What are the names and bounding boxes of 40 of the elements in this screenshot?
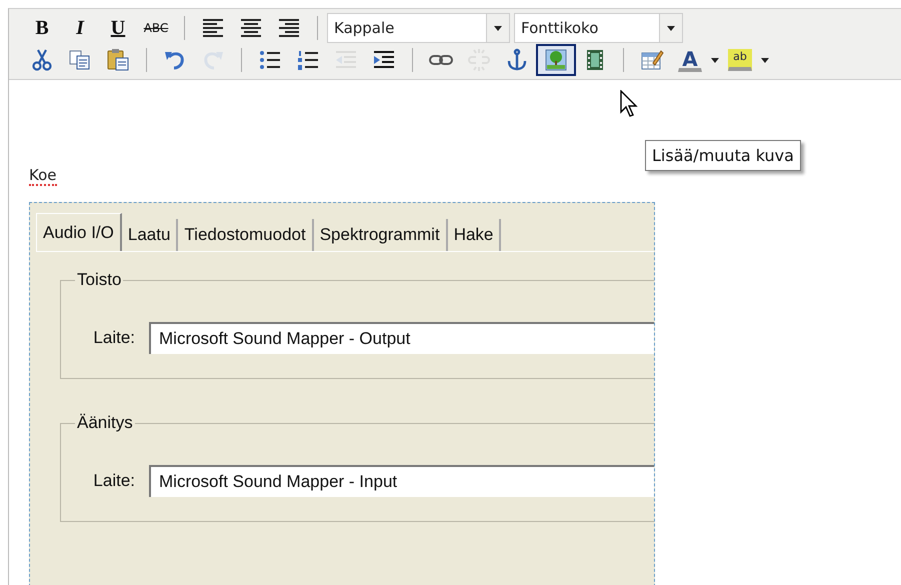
highlight-color-button[interactable]: ab [728, 49, 752, 71]
caret-icon [667, 26, 675, 30]
caret-icon [761, 58, 769, 62]
paragraph-text: Koe [29, 166, 56, 186]
image-button[interactable] [536, 44, 576, 76]
align-left-icon [201, 16, 225, 40]
group-title: Äänitys [76, 413, 134, 433]
anchor-icon [505, 48, 529, 72]
field-label: Laite: [92, 471, 135, 491]
device-field[interactable]: Microsoft Sound Mapper - Input [149, 465, 654, 497]
caret-icon [711, 58, 719, 62]
tab[interactable]: Tiedostomuodot [178, 219, 314, 251]
dropdown-field[interactable]: Kappale [327, 13, 510, 43]
bulleted-list-icon [258, 48, 282, 72]
underline-button[interactable]: U [99, 13, 137, 43]
copy-icon [68, 48, 92, 72]
dropdown-value: Kappale [333, 18, 396, 39]
scissors-icon [30, 48, 54, 72]
numbered-list-icon [296, 48, 320, 72]
text-color-button[interactable]: A [678, 48, 702, 72]
device-field[interactable]: Microsoft Sound Mapper - Output [149, 322, 654, 354]
group-title: Toisto [76, 270, 122, 290]
table-pencil-icon [640, 48, 664, 72]
align-right-icon [277, 16, 301, 40]
mouse-pointer-icon [620, 90, 640, 118]
tab[interactable]: Audio I/O [36, 213, 122, 251]
tooltip: Lisää/muuta kuva [645, 140, 801, 171]
dropdown-field[interactable]: Fonttikoko [514, 13, 683, 43]
bold-button[interactable]: B [23, 13, 61, 43]
align-center-icon [239, 16, 263, 40]
dropdown-value: Fonttikoko [520, 18, 600, 39]
tab[interactable]: Laatu [122, 219, 178, 251]
strikethrough-button[interactable]: ABC [137, 13, 175, 43]
italic-button[interactable]: I [61, 13, 99, 43]
paste-icon [106, 48, 130, 72]
tab[interactable]: Hake [448, 219, 502, 251]
tab[interactable]: Spektrogrammit [314, 219, 448, 251]
caret-icon [494, 26, 502, 30]
field-label: Laite: [92, 328, 135, 348]
landscape-picture-icon [544, 48, 568, 72]
